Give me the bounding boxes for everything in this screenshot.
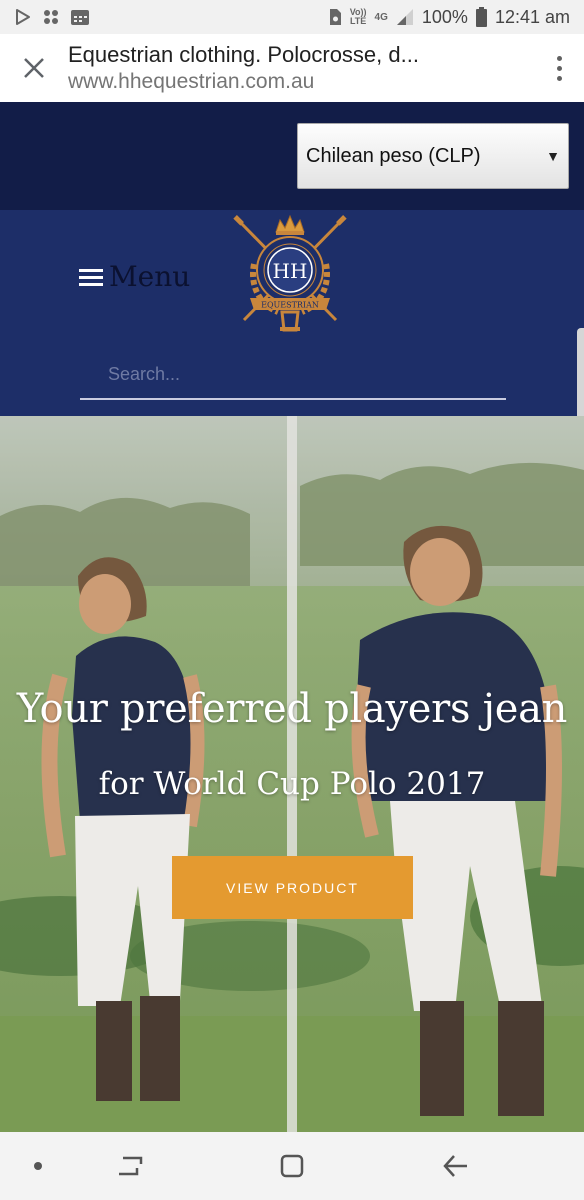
menu-label: Menu <box>109 260 191 293</box>
close-tab-button[interactable] <box>0 34 68 102</box>
status-bar: Vo)) LTE 4G 100% 12:41 am <box>0 0 584 34</box>
signal-icon <box>396 8 414 26</box>
sim-icon <box>328 8 342 26</box>
play-store-icon <box>14 8 32 26</box>
battery-icon <box>475 7 487 27</box>
dropdown-caret-icon: ▼ <box>546 148 560 164</box>
view-product-button[interactable]: VIEW PRODUCT <box>172 856 413 919</box>
browser-address[interactable]: Equestrian clothing. Polocrosse, d... ww… <box>68 41 534 95</box>
back-icon[interactable] <box>436 1146 476 1186</box>
nav-dot-indicator <box>18 1146 58 1186</box>
currency-selected-value: Chilean peso (CLP) <box>306 144 481 167</box>
page-url: www.hhequestrian.com.au <box>68 70 315 93</box>
svg-text:EQUESTRIAN: EQUESTRIAN <box>261 301 319 310</box>
android-nav-bar <box>0 1132 584 1200</box>
battery-percent: 100% <box>421 6 468 27</box>
page-title: Equestrian clothing. Polocrosse, d... <box>68 42 419 67</box>
hamburger-icon <box>79 268 103 286</box>
hero-banner: Your preferred players jean for World Cu… <box>0 416 584 1132</box>
search-input[interactable] <box>80 350 506 398</box>
more-vert-icon[interactable] <box>534 34 584 102</box>
hero-subheadline: for World Cup Polo 2017 <box>98 766 486 802</box>
close-icon <box>24 58 44 78</box>
search-field[interactable] <box>80 350 506 400</box>
home-icon[interactable] <box>272 1146 312 1186</box>
site-header: Menu HH EQUESTRIAN <box>0 210 584 416</box>
network-type-text: 4G <box>374 11 388 23</box>
browser-toolbar: Equestrian clothing. Polocrosse, d... ww… <box>0 34 584 102</box>
volte-bottom-text: LTE <box>349 16 367 26</box>
menu-button[interactable]: Menu <box>79 260 190 293</box>
svg-text:HH: HH <box>273 259 308 283</box>
hero-headline: Your preferred players jean <box>16 686 568 732</box>
clock-time: 12:41 am <box>494 6 570 27</box>
recents-icon[interactable] <box>110 1146 150 1186</box>
brand-logo[interactable]: HH EQUESTRIAN <box>232 212 348 334</box>
currency-bar: Chilean peso (CLP) ▼ <box>0 102 584 210</box>
apps-icon <box>42 8 60 26</box>
calendar-icon <box>70 8 90 26</box>
currency-select[interactable]: Chilean peso (CLP) ▼ <box>297 123 569 189</box>
